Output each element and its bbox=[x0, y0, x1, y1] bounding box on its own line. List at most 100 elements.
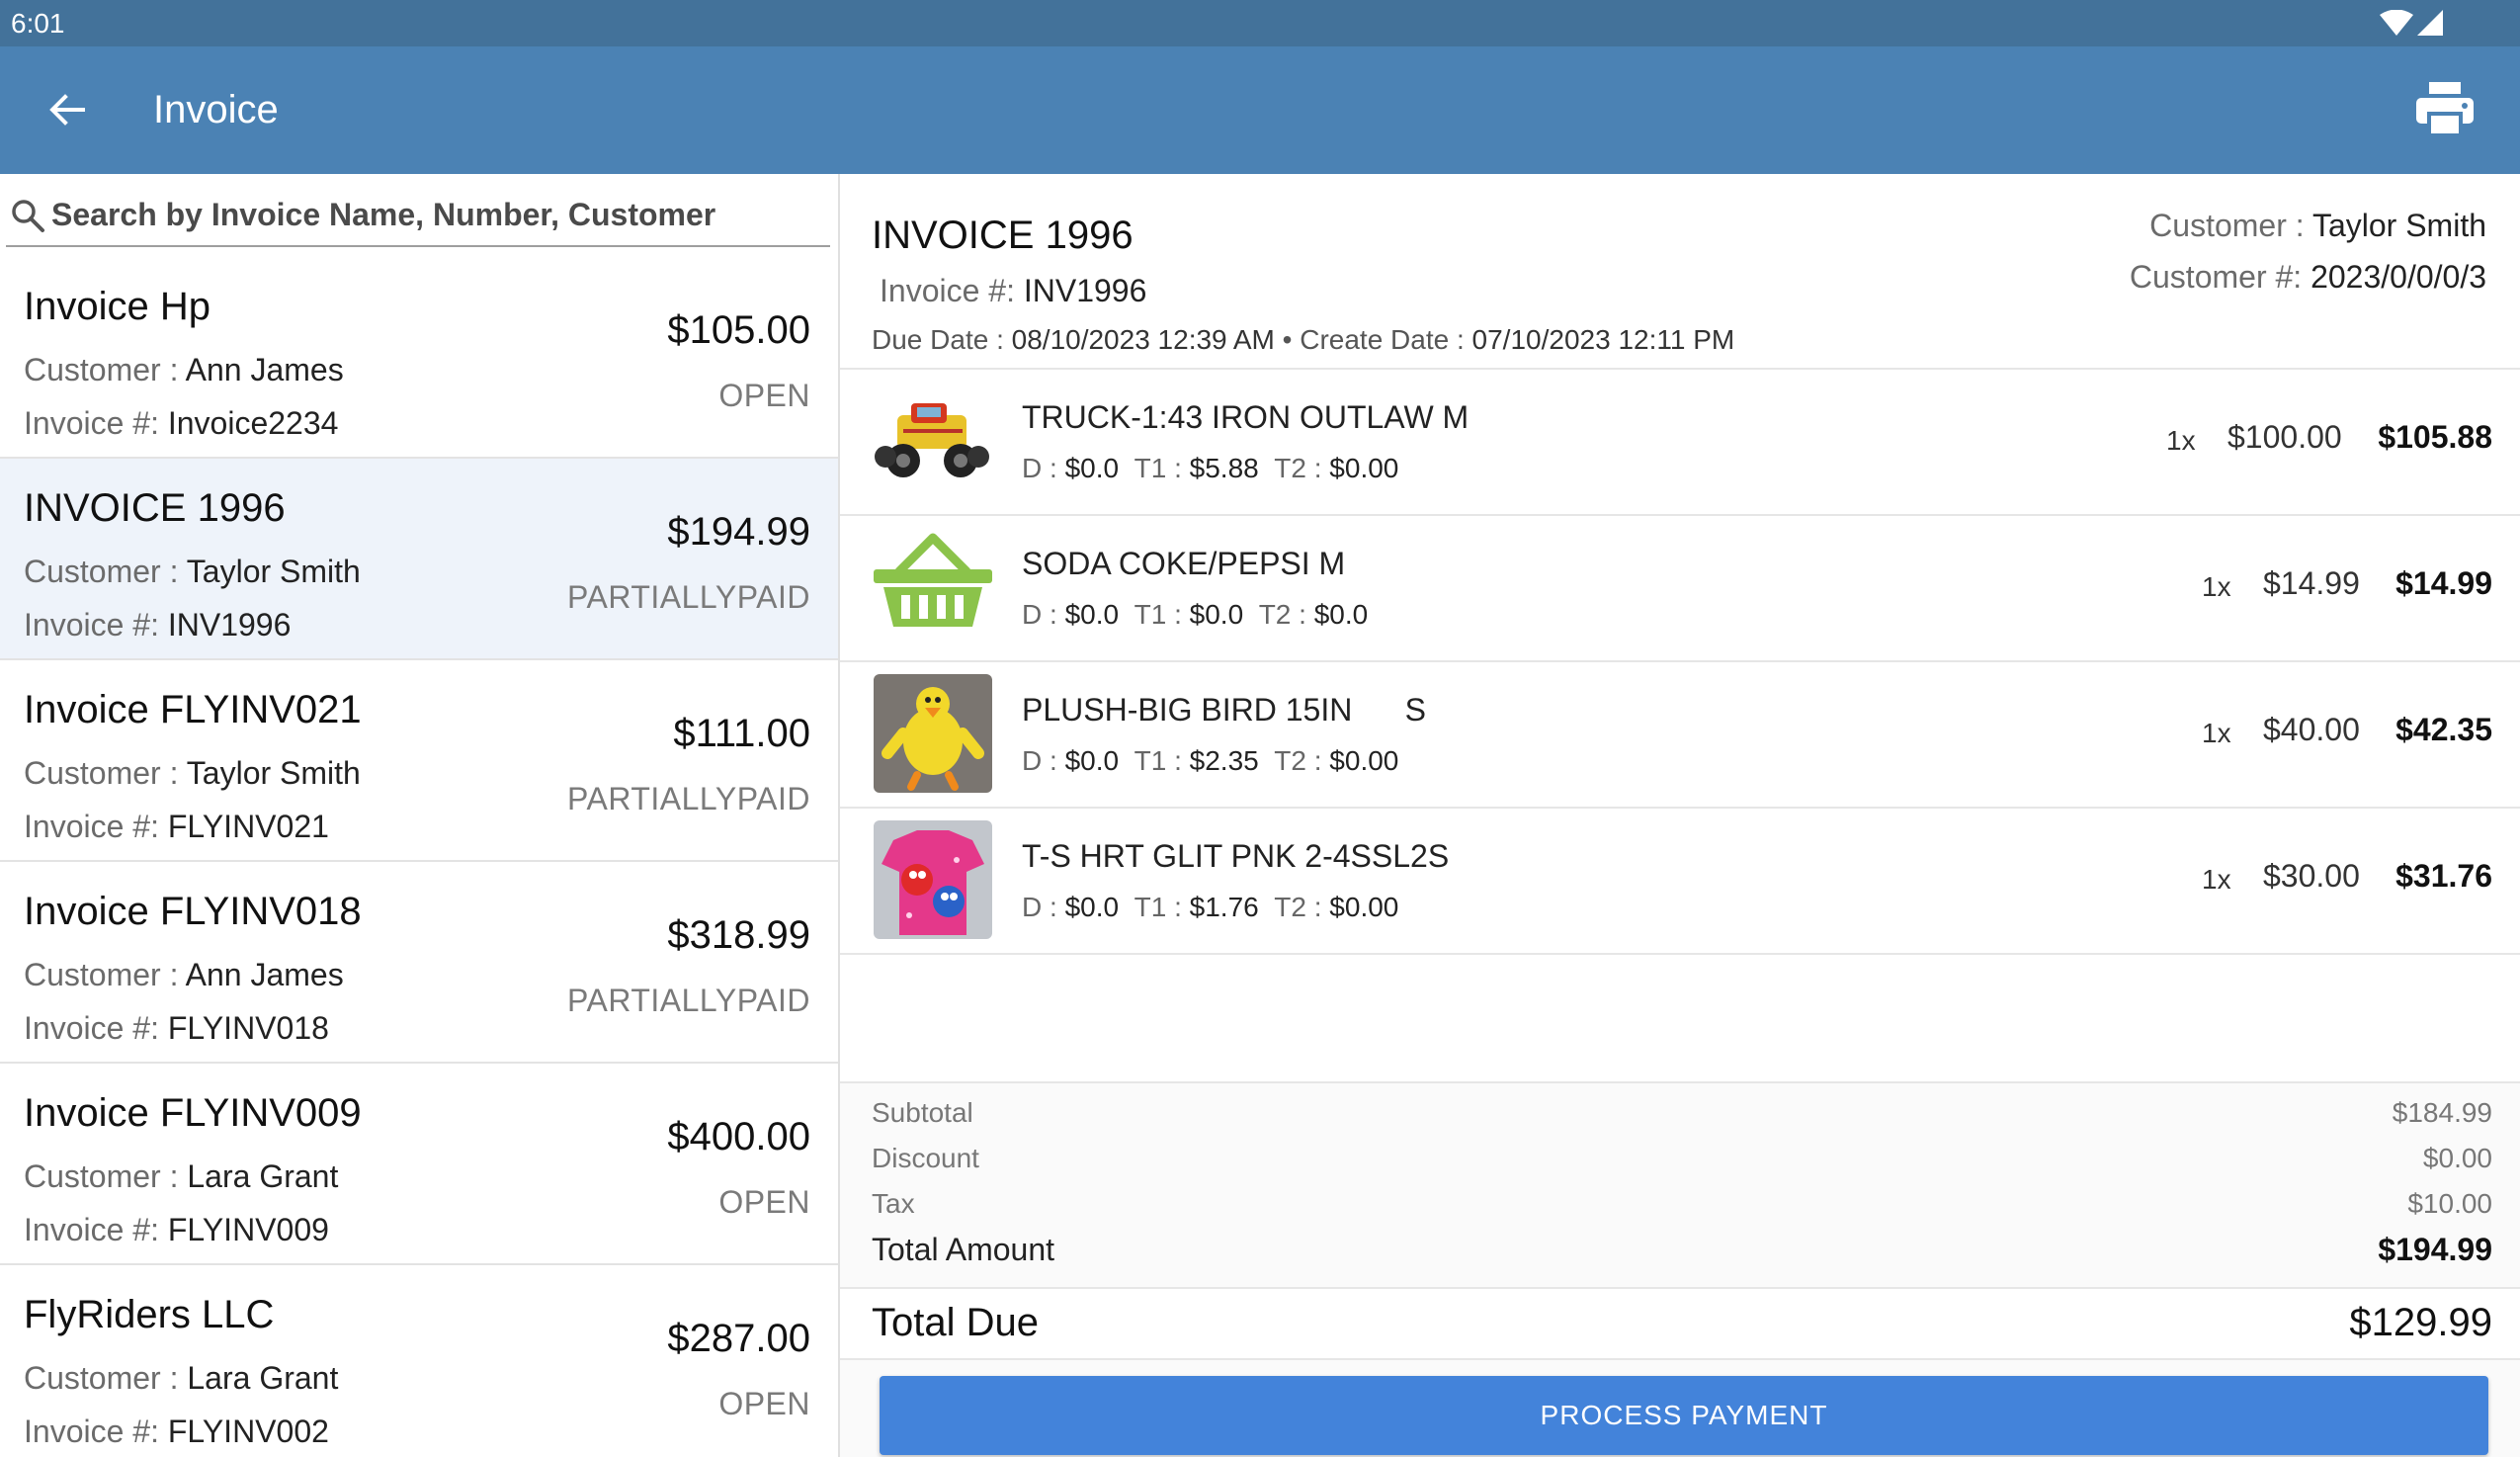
discount-value: $0.00 bbox=[2422, 1143, 2492, 1173]
invoice-list-item-selected[interactable]: INVOICE 1996 Customer : Taylor Smith Inv… bbox=[0, 459, 838, 660]
invoice-number-value: INV1996 bbox=[167, 607, 292, 643]
discount-value: $0.0 bbox=[1064, 599, 1120, 630]
search-input[interactable] bbox=[51, 188, 822, 241]
invoice-list-item[interactable]: FlyRiders LLC Customer : Lara Grant Invo… bbox=[0, 1265, 838, 1457]
item-taxes: D : $0.0 T1 : $0.0 T2 : $0.0 bbox=[1022, 599, 1368, 631]
invoice-amount: $318.99 bbox=[667, 913, 810, 957]
discount-label: D : bbox=[1022, 599, 1065, 630]
discount-value: $0.0 bbox=[1064, 892, 1120, 922]
invoice-number-value: FLYINV009 bbox=[167, 1212, 329, 1247]
invoice-customer: Customer : Lara Grant bbox=[24, 1158, 338, 1195]
line-item[interactable]: PLUSH-BIG BIRD 15IN S D : $0.0 T1 : $2.3… bbox=[840, 662, 2520, 809]
tax2-label: T2 : bbox=[1258, 599, 1314, 630]
line-item[interactable]: SODA COKE/PEPSI M D : $0.0 T1 : $0.0 T2 … bbox=[840, 516, 2520, 662]
back-arrow-icon[interactable] bbox=[45, 88, 89, 131]
invoice-status: PARTIALLYPAID bbox=[567, 579, 810, 615]
app-bar: Invoice bbox=[0, 46, 2520, 174]
invoice-name: INVOICE 1996 bbox=[24, 486, 286, 530]
item-total: $14.99 bbox=[2395, 565, 2492, 601]
invoice-detail-pane: INVOICE 1996 Invoice #: INV1996 Due Date… bbox=[840, 174, 2520, 1457]
invoice-number-label: Invoice #: bbox=[880, 273, 1024, 308]
invoice-list-item[interactable]: Invoice Hp Customer : Ann James Invoice … bbox=[0, 257, 838, 459]
invoice-number-value: FLYINV021 bbox=[167, 809, 329, 844]
tax-label: Tax bbox=[872, 1188, 915, 1219]
customer-value: Ann James bbox=[185, 352, 344, 387]
invoice-status: PARTIALLYPAID bbox=[567, 781, 810, 816]
item-name: TRUCK-1:43 IRON OUTLAW M bbox=[1022, 399, 1470, 435]
invoice-name: Invoice FLYINV018 bbox=[24, 890, 362, 933]
invoice-customer: Customer : Lara Grant bbox=[24, 1360, 338, 1397]
invoice-name: Invoice FLYINV009 bbox=[24, 1091, 362, 1135]
item-total: $31.76 bbox=[2395, 858, 2492, 894]
total-amount-label: Total Amount bbox=[872, 1232, 1054, 1267]
invoice-dates: Due Date : 08/10/2023 12:39 AM • Create … bbox=[872, 324, 1734, 356]
print-icon[interactable] bbox=[2416, 82, 2474, 137]
discount-label: Discount bbox=[872, 1143, 979, 1173]
item-price: $30.00 bbox=[2263, 858, 2360, 894]
invoice-list-item[interactable]: Invoice FLYINV009 Customer : Lara Grant … bbox=[0, 1064, 838, 1265]
tax2-value: $0.00 bbox=[1329, 892, 1399, 922]
wifi-icon bbox=[2380, 10, 2413, 36]
line-items-list: TRUCK-1:43 IRON OUTLAW M D : $0.0 T1 : $… bbox=[840, 368, 2520, 955]
signal-icon bbox=[2417, 10, 2443, 36]
invoice-number-label: Invoice #: bbox=[24, 1414, 168, 1449]
tax2-value: $0.00 bbox=[1329, 453, 1399, 483]
tax1-value: $5.88 bbox=[1189, 453, 1259, 483]
customer-label: Customer : bbox=[24, 352, 186, 387]
invoice-number: Invoice #: FLYINV018 bbox=[24, 1010, 329, 1047]
item-quantity: 1x bbox=[2202, 718, 2231, 748]
create-date-label: • Create Date : bbox=[1274, 324, 1472, 355]
item-taxes: D : $0.0 T1 : $5.88 T2 : $0.00 bbox=[1022, 453, 1398, 484]
tax1-label: T1 : bbox=[1134, 892, 1190, 922]
process-payment-button[interactable]: PROCESS PAYMENT bbox=[880, 1376, 2488, 1455]
invoice-number-label: Invoice #: bbox=[24, 607, 168, 643]
invoice-name: Invoice Hp bbox=[24, 285, 210, 328]
tax2-value: $0.0 bbox=[1313, 599, 1369, 630]
invoice-amount: $287.00 bbox=[667, 1317, 810, 1360]
subtotal-label: Subtotal bbox=[872, 1097, 973, 1128]
discount-label: D : bbox=[1022, 453, 1065, 483]
tax2-label: T2 : bbox=[1274, 745, 1330, 776]
item-total: $42.35 bbox=[2395, 712, 2492, 747]
status-time: 6:01 bbox=[11, 8, 65, 39]
basket-icon bbox=[874, 528, 992, 646]
item-price: $40.00 bbox=[2263, 712, 2360, 747]
totals-panel: Subtotal $184.99 Discount $0.00 Tax $10.… bbox=[840, 1081, 2520, 1457]
total-due-row: Total Due $129.99 bbox=[840, 1287, 2520, 1360]
customer-value: Ann James bbox=[185, 957, 344, 992]
item-quantity: 1x bbox=[2202, 571, 2231, 602]
invoice-number: Invoice #: INV1996 bbox=[24, 607, 291, 643]
invoice-number-value: FLYINV002 bbox=[167, 1414, 329, 1449]
invoice-name: FlyRiders LLC bbox=[24, 1293, 275, 1336]
invoice-number-label: Invoice #: bbox=[24, 809, 168, 844]
due-date-value: 08/10/2023 12:39 AM bbox=[1011, 324, 1275, 355]
tax2-value: $0.00 bbox=[1329, 745, 1399, 776]
customer-label: Customer : bbox=[24, 1158, 188, 1194]
discount-value: $0.0 bbox=[1064, 745, 1120, 776]
invoice-number: Invoice #: FLYINV021 bbox=[24, 809, 329, 845]
search-icon bbox=[12, 200, 44, 232]
create-date-value: 07/10/2023 12:11 PM bbox=[1471, 324, 1735, 355]
subtotal-value: $184.99 bbox=[2392, 1097, 2492, 1128]
invoice-customer: Customer : Ann James bbox=[24, 352, 344, 388]
line-item[interactable]: T-S HRT GLIT PNK 2-4SSL2S D : $0.0 T1 : … bbox=[840, 809, 2520, 955]
total-amount-value: $194.99 bbox=[2378, 1232, 2492, 1267]
customer-number-value: 2023/0/0/0/3 bbox=[2310, 259, 2486, 295]
invoice-number-value: FLYINV018 bbox=[167, 1010, 329, 1046]
tax1-label: T1 : bbox=[1134, 745, 1190, 776]
discount-label: D : bbox=[1022, 745, 1065, 776]
invoice-status: OPEN bbox=[718, 1184, 810, 1220]
tax2-label: T2 : bbox=[1274, 892, 1330, 922]
invoice-status: OPEN bbox=[718, 1386, 810, 1421]
detail-customer-number: Customer #: 2023/0/0/0/3 bbox=[2130, 259, 2486, 296]
customer-value: Taylor Smith bbox=[2311, 208, 2486, 243]
invoice-list-item[interactable]: Invoice FLYINV018 Customer : Ann James I… bbox=[0, 862, 838, 1064]
line-item[interactable]: TRUCK-1:43 IRON OUTLAW M D : $0.0 T1 : $… bbox=[840, 370, 2520, 516]
invoice-customer: Customer : Taylor Smith bbox=[24, 554, 361, 590]
invoice-list-item[interactable]: Invoice FLYINV021 Customer : Taylor Smit… bbox=[0, 660, 838, 862]
customer-number-label: Customer #: bbox=[2129, 259, 2311, 295]
invoice-status: OPEN bbox=[718, 378, 810, 413]
toy-truck-image bbox=[874, 382, 992, 500]
due-date-label: Due Date : bbox=[872, 324, 1012, 355]
tax-value: $10.00 bbox=[2407, 1188, 2492, 1219]
